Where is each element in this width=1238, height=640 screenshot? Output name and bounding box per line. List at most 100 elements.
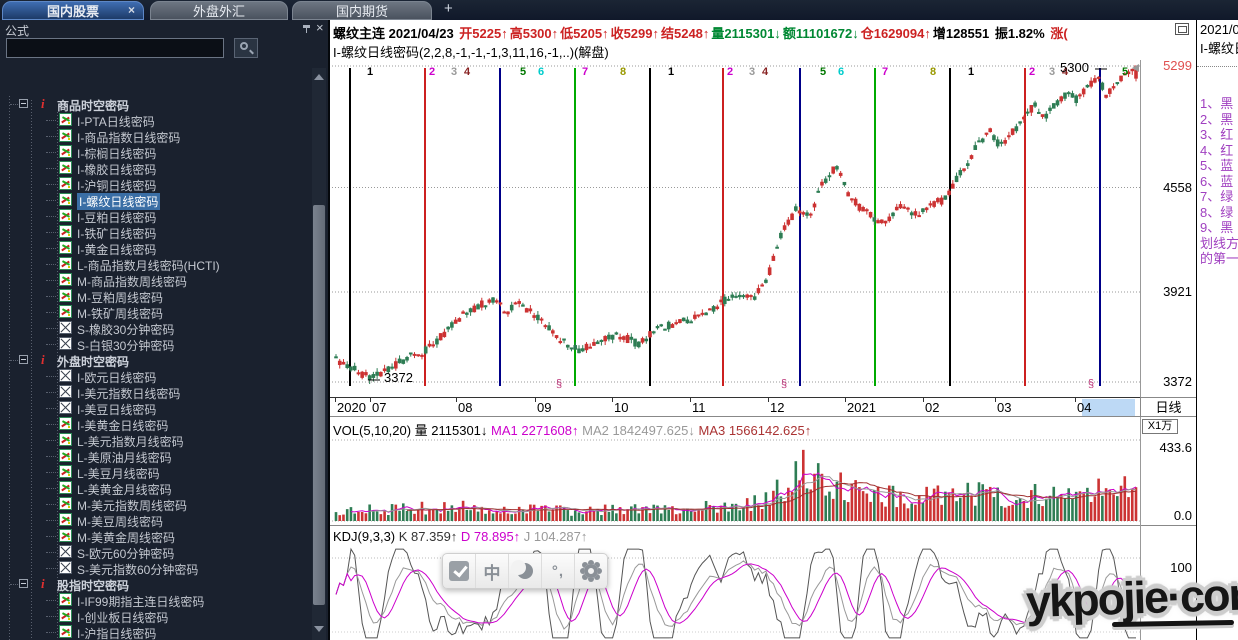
pane-separator [330, 525, 1196, 526]
quote-header: 螺纹主连 2021/04/23 开5225↑ 高5300↑ 低5205↑ 收5299↑… [333, 23, 1070, 42]
pin-icon[interactable] [303, 25, 311, 33]
collapse-minus-icon[interactable] [19, 99, 28, 108]
sidebar-item-I-螺纹日线密码[interactable]: I-螺纹日线密码 [0, 192, 312, 210]
sidebar-item-I-沪指日线密码[interactable]: I-沪指日线密码 [0, 624, 312, 640]
sidebar-item-I-黄金日线密码[interactable]: I-黄金日线密码 [0, 240, 312, 257]
chinese-mode-icon: 中 [483, 563, 501, 583]
sidebar-close-icon[interactable]: × [316, 20, 324, 35]
sidebar-group-股指时空密码[interactable]: i 股指时空密码 [0, 576, 312, 593]
sidebar-item-I-商品指数日线密码[interactable]: I-商品指数日线密码 [0, 128, 312, 145]
chart-area[interactable]: 螺纹主连 2021/04/23 开5225↑ 高5300↑ 低5205↑ 收5299↑… [330, 20, 1196, 640]
formula-chart-icon [59, 145, 72, 158]
right-info-panel: 2021/0I-螺纹日1、黑2、黑3、红4、红5、蓝6、蓝7、绿8、绿9、黑划线… [1196, 20, 1238, 640]
formula-plain-icon [59, 561, 72, 574]
scroll-up-icon[interactable] [314, 74, 324, 80]
sidebar-group-外盘时空密码[interactable]: i 外盘时空密码 [0, 352, 312, 369]
sidebar-item-I-豆粕日线密码[interactable]: I-豆粕日线密码 [0, 208, 312, 225]
formula-chart-icon [59, 465, 72, 478]
sidebar-item-L-美原油月线密码[interactable]: L-美原油月线密码 [0, 448, 312, 465]
cycle-label: 3 [749, 66, 756, 78]
fullwidth-moon-icon [511, 560, 533, 579]
cycle-label: 1 [367, 66, 374, 78]
date-tick [612, 398, 613, 402]
sidebar-item-I-棕榈日线密码[interactable]: I-棕榈日线密码 [0, 144, 312, 161]
period-label[interactable]: 日线 [1140, 397, 1196, 417]
chart-annotation: 3372 [384, 370, 413, 385]
sidebar-item-I-铁矿日线密码[interactable]: I-铁矿日线密码 [0, 224, 312, 241]
sidebar-item-S-橡胶30分钟密码[interactable]: S-橡胶30分钟密码 [0, 320, 312, 337]
sidebar-item-I-美元指数日线密码[interactable]: I-美元指数日线密码 [0, 384, 312, 401]
tab-label: 国内股票 [46, 4, 99, 19]
sidebar-item-M-美豆周线密码[interactable]: M-美豆周线密码 [0, 512, 312, 529]
date-tick-label: 2021 [847, 400, 876, 415]
formula-chart-icon [59, 177, 72, 190]
collapse-minus-icon[interactable] [19, 355, 28, 364]
cycle-label: 3 [451, 66, 458, 78]
sidebar-item-M-美元指数周线密码[interactable]: M-美元指数周线密码 [0, 496, 312, 513]
sidebar-item-M-豆粕周线密码[interactable]: M-豆粕周线密码 [0, 288, 312, 305]
header-segment: 量2115301↓ [711, 26, 781, 41]
restore-window-icon[interactable] [1175, 23, 1189, 35]
sidebar-group-商品时空密码[interactable]: i 商品时空密码 [0, 96, 312, 113]
sidebar-item-I-创业板日线密码[interactable]: I-创业板日线密码 [0, 608, 312, 625]
header-segment: MA3 1566142.625↑ [698, 423, 812, 438]
ime-settings-button[interactable] [575, 554, 607, 588]
candlestick-chart[interactable] [330, 20, 1196, 640]
date-tick [1075, 398, 1076, 402]
scrollbar-thumb[interactable] [313, 205, 325, 605]
sidebar-item-I-沪铜日线密码[interactable]: I-沪铜日线密码 [0, 176, 312, 193]
sidebar-scrollbar[interactable] [312, 68, 326, 640]
ime-width-button[interactable] [509, 554, 542, 588]
cycle-label: 2 [429, 66, 436, 78]
tab-domestic-futures[interactable]: 国内期货 [292, 1, 432, 20]
scroll-down-icon[interactable] [314, 626, 324, 632]
kdj-header: KDJ(9,3,3) K 87.359↑ D 78.895↑ J 104.287… [333, 529, 588, 544]
date-tick-label: 09 [537, 400, 552, 415]
date-tick [535, 398, 536, 402]
sidebar-item-L-商品指数月线密码(HCTI)[interactable]: L-商品指数月线密码(HCTI) [0, 256, 312, 273]
formula-plain-icon [59, 369, 72, 382]
item-label: I-沪指日线密码 [77, 627, 157, 640]
sidebar-item-L-美元指数月线密码[interactable]: L-美元指数月线密码 [0, 432, 312, 449]
sidebar-item-I-IF99期指主连日线密码[interactable]: I-IF99期指主连日线密码 [0, 592, 312, 609]
sidebar-item-S-白银30分钟密码[interactable]: S-白银30分钟密码 [0, 336, 312, 353]
collapse-minus-icon[interactable] [19, 579, 28, 588]
sidebar-title: 公式 [5, 24, 30, 38]
formula-chart-icon [59, 513, 72, 526]
volume-unit-label: X1万 [1142, 419, 1178, 434]
date-tick [845, 398, 846, 402]
header-segment: MA2 1842497.625↓ [582, 423, 699, 438]
tab-domestic-stocks[interactable]: 国内股票 × [2, 1, 144, 20]
sidebar-item-M-商品指数周线密码[interactable]: M-商品指数周线密码 [0, 272, 312, 289]
date-tick-label: 12 [770, 400, 785, 415]
sidebar-item-L-美黄金月线密码[interactable]: L-美黄金月线密码 [0, 480, 312, 497]
add-tab-button[interactable]: + [444, 0, 453, 17]
tab-foreign-forex[interactable]: 外盘外汇 [150, 1, 288, 20]
sidebar-item-I-橡胶日线密码[interactable]: I-橡胶日线密码 [0, 160, 312, 177]
chart-annotation: § [781, 378, 788, 390]
sidebar-item-I-美黄金日线密码[interactable]: I-美黄金日线密码 [0, 416, 312, 433]
ime-keyboard-button[interactable] [443, 554, 476, 588]
cycle-label: 3 [1049, 66, 1056, 78]
sidebar-item-I-PTA日线密码[interactable]: I-PTA日线密码 [0, 112, 312, 129]
formula-group-icon: i [41, 352, 45, 367]
sidebar-item-I-美豆日线密码[interactable]: I-美豆日线密码 [0, 400, 312, 417]
ime-language-button[interactable]: 中 [476, 554, 509, 588]
sidebar-item-S-欧元60分钟密码[interactable]: S-欧元60分钟密码 [0, 544, 312, 561]
legend-row: 的第一 [1200, 251, 1238, 266]
keyboard-check-icon [449, 561, 469, 581]
ime-punctuation-button[interactable]: °, [542, 554, 575, 588]
date-tick-label: 02 [925, 400, 940, 415]
tab-close-icon[interactable]: × [128, 3, 135, 17]
date-axis[interactable]: 2020 07 08 09 10 11 12 2021 02 03 04 [330, 397, 1140, 417]
sidebar-item-M-铁矿周线密码[interactable]: M-铁矿周线密码 [0, 304, 312, 321]
search-button[interactable] [234, 38, 258, 58]
sidebar-item-M-美黄金周线密码[interactable]: M-美黄金周线密码 [0, 528, 312, 545]
formula-search-input[interactable] [6, 38, 224, 58]
sidebar-item-I-欧元日线密码[interactable]: I-欧元日线密码 [0, 368, 312, 385]
formula-chart-icon [59, 129, 72, 142]
chart-annotation: § [556, 378, 563, 390]
sidebar-item-L-美豆月线密码[interactable]: L-美豆月线密码 [0, 464, 312, 481]
current-price-marker-icon [1132, 64, 1139, 72]
sidebar-item-S-美元指数60分钟密码[interactable]: S-美元指数60分钟密码 [0, 560, 312, 577]
